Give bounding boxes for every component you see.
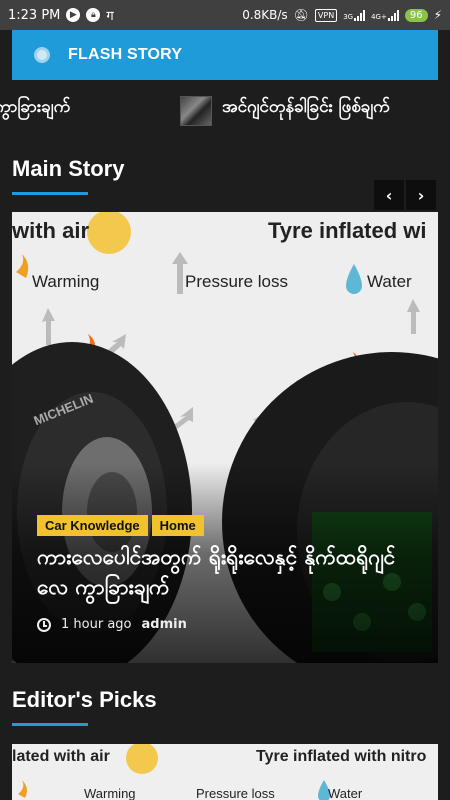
status-bar: 1:23 PM ▶ 🔒︎ ग 0.8KB/s 🔕︎ VPN 3G 4G+ 96 …	[0, 0, 450, 30]
battery-indicator: 96	[404, 8, 428, 22]
category-badges: Car Knowledge Home	[37, 515, 204, 536]
category-badge[interactable]: Home	[151, 515, 204, 536]
ticker-item[interactable]: အင်ဂျင်တုန်ခါခြင်း ဖြစ်ချက်	[222, 96, 390, 121]
heading-underline	[12, 723, 88, 726]
category-badge[interactable]: Car Knowledge	[37, 515, 148, 536]
main-story-heading: Main Story	[12, 156, 125, 181]
pick-label-warming: Warming	[84, 786, 136, 800]
news-ticker: ကွာခြားချက် အင်ဂျင်တုန်ခါခြင်း ဖြစ်ချက်	[0, 84, 450, 134]
lock-icon: 🔒︎	[86, 8, 101, 22]
heading-underline	[12, 192, 88, 195]
image-label-warming: Warming	[32, 272, 100, 291]
signal-4g: 4G+	[371, 9, 399, 21]
signal-bars-icon	[387, 9, 399, 21]
story-meta: 1 hour ago admin	[37, 617, 187, 632]
play-icon: ▶	[66, 8, 81, 22]
charging-icon: ⚡︎	[433, 8, 442, 22]
next-slide-button[interactable]: ›	[406, 180, 436, 210]
net-speed: 0.8KB/s	[242, 8, 288, 22]
image-caption-left-heading: with air	[12, 218, 90, 243]
app-notification-icon: ग	[106, 9, 114, 24]
story-title[interactable]: ကားလေပေါင်အတွက် ရိုးရိုးလေနှင့် နိုက်ထရိ…	[37, 542, 417, 602]
pick-caption-right-heading: Tyre inflated with nitro	[256, 748, 427, 765]
image-caption-right-heading: Tyre inflated wi	[268, 218, 427, 243]
vpn-badge: VPN	[314, 8, 338, 22]
editors-picks-heading: Editor's Picks	[12, 687, 157, 712]
signal-3g: 3G	[343, 9, 366, 21]
signal-bars-icon	[354, 9, 366, 21]
pick-label-pressure-loss: Pressure loss	[196, 786, 275, 800]
status-time: 1:23 PM	[8, 7, 61, 23]
clock-icon	[37, 617, 51, 632]
image-label-water: Water	[367, 272, 412, 291]
app-header: FLASH STORY	[12, 30, 438, 80]
mute-icon: 🔕︎	[293, 8, 309, 22]
story-author[interactable]: admin	[141, 617, 186, 632]
prev-slide-button[interactable]: ‹	[374, 180, 404, 210]
image-label-pressure-loss: Pressure loss	[185, 272, 288, 291]
story-time: 1 hour ago	[61, 617, 132, 632]
site-title[interactable]: FLASH STORY	[68, 46, 182, 64]
editors-pick-card[interactable]: lated with air Tyre inflated with nitro …	[12, 744, 438, 800]
pick-caption-left-heading: lated with air	[12, 748, 110, 765]
main-story-card[interactable]: with air Tyre inflated wi Warming Pressu…	[12, 212, 438, 663]
logo-dot-icon	[34, 47, 50, 63]
ticker-item[interactable]: ကွာခြားချက်	[0, 96, 70, 121]
pick-label-water: Water	[328, 786, 363, 800]
ticker-thumbnail[interactable]	[180, 96, 212, 126]
